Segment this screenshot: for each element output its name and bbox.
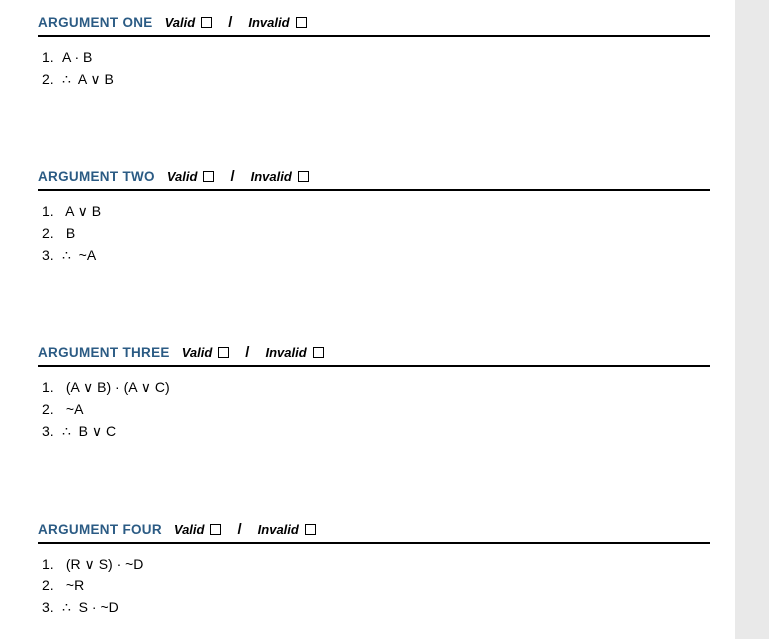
list-item: 3. ∴ S · ~D [42,597,735,619]
argument-three: ARGUMENT THREE Valid / Invalid 1. (A ∨ B… [38,266,735,442]
line-number: 1. [42,377,62,399]
line-number: 2. [42,223,62,245]
separator-slash: / [226,168,238,185]
line-text: ∴ A ∨ B [62,69,114,91]
line-text: ∴ S · ~D [62,597,119,619]
argument-two: ARGUMENT TWO Valid / Invalid 1. A ∨ B 2.… [38,90,735,266]
list-item: 2. ~R [42,575,735,597]
line-text: ∴ ~A [62,245,96,267]
invalid-group: Invalid [248,15,306,30]
line-text: B [62,223,75,245]
list-item: 3. ∴ ~A [42,245,735,267]
line-number: 2. [42,69,62,91]
argument-header: ARGUMENT FOUR Valid / Invalid [38,521,710,544]
argument-title: ARGUMENT FOUR [38,522,162,537]
list-item: 2. ∴ A ∨ B [42,69,735,91]
line-number: 3. [42,421,62,443]
valid-group: Valid [174,522,222,537]
valid-checkbox[interactable] [218,347,229,358]
argument-title: ARGUMENT TWO [38,169,155,184]
valid-label: Valid [174,522,205,537]
invalid-group: Invalid [251,169,309,184]
argument-title: ARGUMENT ONE [38,15,153,30]
separator-slash: / [224,14,236,31]
line-text: (A ∨ B) · (A ∨ C) [62,377,170,399]
argument-header: ARGUMENT ONE Valid / Invalid [38,14,710,37]
line-number: 1. [42,47,62,69]
list-item: 3. ∴ B ∨ C [42,421,735,443]
separator-slash: / [241,344,253,361]
list-item: 1. A ∨ B [42,201,735,223]
line-number: 3. [42,597,62,619]
line-text: A ∨ B [62,201,101,223]
valid-label: Valid [182,345,213,360]
line-number: 2. [42,399,62,421]
argument-header: ARGUMENT THREE Valid / Invalid [38,344,710,367]
line-text: A · B [62,47,92,69]
invalid-checkbox[interactable] [298,171,309,182]
line-text: ∴ B ∨ C [62,421,116,443]
argument-lines: 1. (R ∨ S) · ~D 2. ~R 3. ∴ S · ~D [38,544,735,619]
argument-one: ARGUMENT ONE Valid / Invalid 1. A · B 2.… [38,0,735,90]
list-item: 1. (R ∨ S) · ~D [42,554,735,576]
argument-four: ARGUMENT FOUR Valid / Invalid 1. (R ∨ S)… [38,443,735,619]
invalid-label: Invalid [248,15,289,30]
invalid-checkbox[interactable] [305,524,316,535]
invalid-label: Invalid [251,169,292,184]
line-number: 3. [42,245,62,267]
line-text: ~A [62,399,83,421]
list-item: 1. A · B [42,47,735,69]
invalid-label: Invalid [265,345,306,360]
valid-label: Valid [167,169,198,184]
argument-header: ARGUMENT TWO Valid / Invalid [38,168,710,191]
valid-label: Valid [165,15,196,30]
argument-lines: 1. A ∨ B 2. B 3. ∴ ~A [38,191,735,266]
separator-slash: / [233,521,245,538]
valid-checkbox[interactable] [210,524,221,535]
invalid-group: Invalid [258,522,316,537]
line-text: (R ∨ S) · ~D [62,554,143,576]
valid-group: Valid [182,345,230,360]
argument-lines: 1. (A ∨ B) · (A ∨ C) 2. ~A 3. ∴ B ∨ C [38,367,735,442]
line-number: 1. [42,554,62,576]
list-item: 2. B [42,223,735,245]
invalid-checkbox[interactable] [313,347,324,358]
invalid-label: Invalid [258,522,299,537]
line-text: ~R [62,575,84,597]
page: ARGUMENT ONE Valid / Invalid 1. A · B 2.… [0,0,735,639]
list-item: 1. (A ∨ B) · (A ∨ C) [42,377,735,399]
argument-title: ARGUMENT THREE [38,345,170,360]
valid-checkbox[interactable] [201,17,212,28]
line-number: 1. [42,201,62,223]
argument-lines: 1. A · B 2. ∴ A ∨ B [38,37,735,90]
valid-group: Valid [165,15,213,30]
valid-group: Valid [167,169,215,184]
invalid-checkbox[interactable] [296,17,307,28]
invalid-group: Invalid [265,345,323,360]
line-number: 2. [42,575,62,597]
valid-checkbox[interactable] [203,171,214,182]
list-item: 2. ~A [42,399,735,421]
